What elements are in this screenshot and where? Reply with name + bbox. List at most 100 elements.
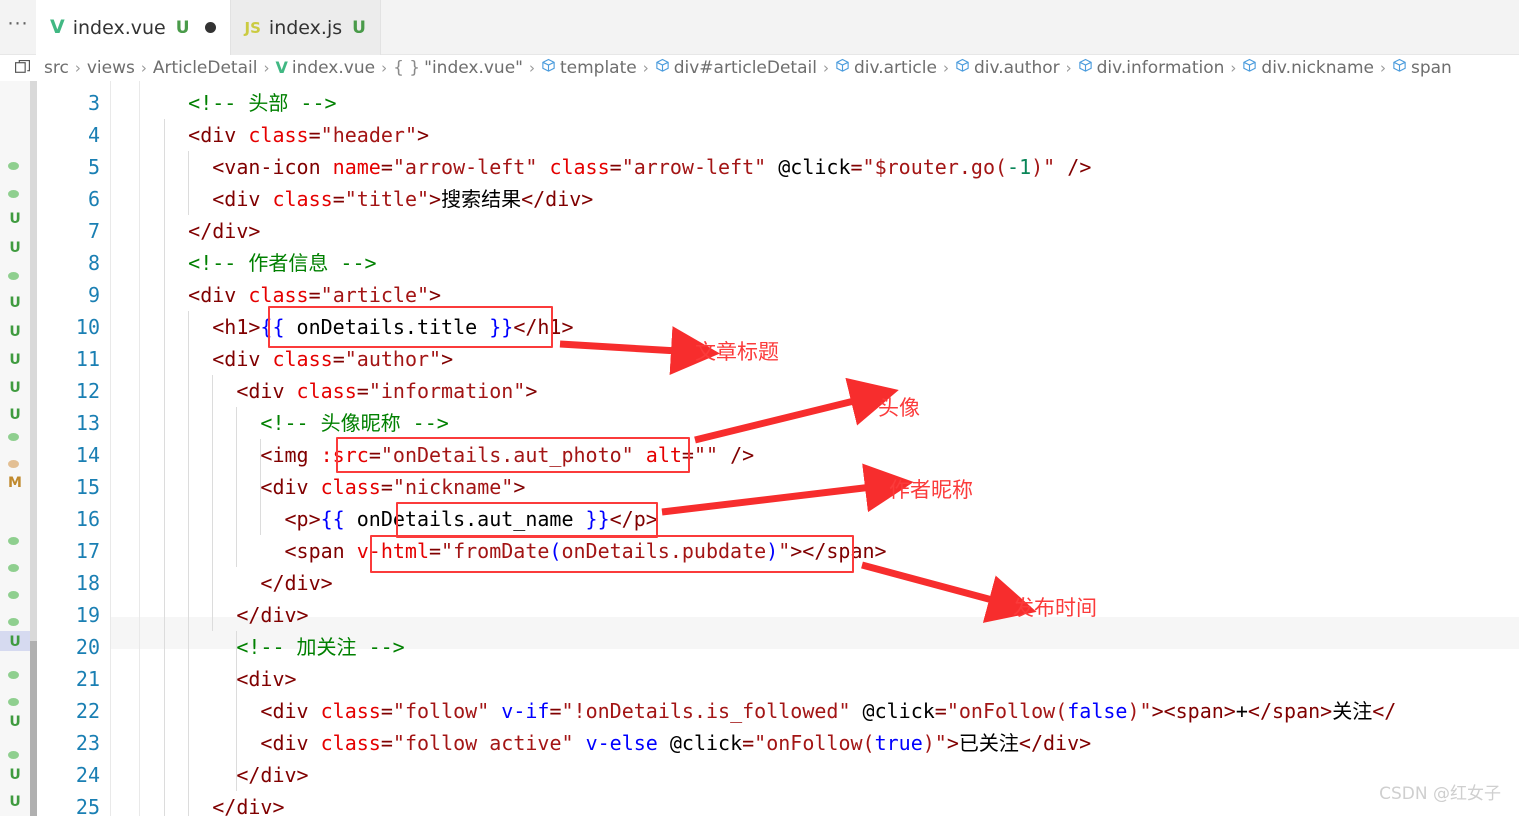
ruler-marker-dot-green[interactable] [8, 159, 22, 170]
code-token: class [248, 123, 309, 147]
code-line[interactable]: <div class="article"> [140, 279, 1519, 311]
ruler-marker-dot-green[interactable] [8, 430, 22, 441]
ruler-marker-dot-green[interactable] [8, 269, 22, 280]
ruler-marker-modified[interactable]: M [8, 476, 22, 490]
code-line[interactable]: </div> [140, 791, 1519, 816]
ruler-marker-untracked[interactable]: U [8, 296, 22, 310]
tab-index-js[interactable]: JS index.js U [230, 0, 381, 55]
scrollbar-thumb[interactable] [30, 81, 37, 641]
fold-column[interactable] [110, 81, 140, 816]
code-line[interactable]: <van-icon name="arrow-left" class="arrow… [140, 151, 1519, 183]
ruler-marker-dot-green[interactable] [8, 534, 22, 545]
code-editor[interactable]: 3 4 5 6 7 8 9 10 11 12 13 14 15 16 17 18 19 20 21 22 23 24 25 … [37, 81, 1519, 816]
ruler-marker-untracked[interactable]: U [8, 381, 22, 395]
breadcrumb-item-div-information[interactable]: div.information [1078, 58, 1224, 78]
code-token: ( [549, 539, 562, 563]
ruler-marker-dot-green[interactable] [8, 588, 22, 599]
breadcrumb-item-label: div.author [973, 57, 1060, 78]
code-line[interactable]: <!-- 头部 --> [140, 87, 1519, 119]
tabbar-more-icon[interactable]: ··· [0, 0, 36, 54]
code-line[interactable]: </div> [140, 599, 1519, 631]
ruler-marker-dot-orange[interactable] [8, 457, 22, 468]
code-token: </p> [609, 507, 658, 531]
indent-guide [188, 151, 189, 215]
breadcrumb-item-src[interactable]: src [44, 58, 69, 78]
code-line[interactable]: </div> [140, 759, 1519, 791]
code-line[interactable]: <span v-html="fromDate(onDetails.pubdate… [140, 535, 1519, 567]
breadcrumb-item-div-nickname[interactable]: div.nickname [1242, 58, 1374, 78]
breadcrumb-item-div-articledetail[interactable]: div#articleDetail [655, 58, 817, 78]
code-line[interactable]: <div class="author"> [140, 343, 1519, 375]
code-line[interactable]: <div> [140, 663, 1519, 695]
ruler-marker-dot-green[interactable] [8, 615, 22, 626]
split-editor-icon[interactable] [0, 59, 44, 76]
line-number: 13 [75, 411, 100, 435]
ruler-marker-untracked[interactable]: U [8, 715, 22, 729]
code-token: > [429, 187, 442, 211]
breadcrumb-item-span[interactable]: span [1392, 58, 1452, 78]
ruler-marker-untracked[interactable]: U [8, 325, 22, 339]
code-token: @click [778, 155, 851, 179]
code-token: onDetails.pubdate [561, 539, 767, 563]
article-title-label: 文章标题 [695, 340, 779, 364]
unsaved-dot-icon[interactable] [204, 22, 216, 33]
code-line[interactable]: <div class="follow" v-if="!onDetails.is_… [140, 695, 1519, 727]
ruler-marker-dot-green[interactable] [8, 561, 22, 572]
code-token: "arrow-left" [392, 155, 538, 179]
breadcrumb-item-div-author[interactable]: div.author [955, 58, 1060, 78]
code-line[interactable]: <div class="nickname"> [140, 471, 1519, 503]
code-token: "title" [344, 187, 430, 211]
code-token: @click [669, 731, 743, 755]
code-line[interactable]: <h1>{{ onDetails.title }}</h1> [140, 311, 1519, 343]
indent-guide [212, 375, 213, 631]
breadcrumb-item-div-article[interactable]: div.article [835, 58, 937, 78]
code-token: = [380, 155, 393, 179]
code-line[interactable]: <div class="information"> [140, 375, 1519, 407]
tab-index-vue[interactable]: V index.vue U [36, 0, 231, 55]
tab-label: index.js [268, 16, 343, 39]
code-line[interactable]: <!-- 加关注 --> [140, 631, 1519, 663]
braces-icon: { } [393, 57, 421, 78]
ruler-marker-untracked[interactable]: U [8, 241, 22, 255]
ruler-marker-untracked[interactable]: U [8, 635, 22, 649]
code-token: 关注 [1332, 699, 1373, 723]
code-line[interactable]: <!-- 头像昵称 --> [140, 407, 1519, 439]
code-line[interactable]: <div class="title">搜索结果</div> [140, 183, 1519, 215]
code-line[interactable]: <!-- 作者信息 --> [140, 247, 1519, 279]
line-number: 11 [75, 347, 100, 371]
breadcrumb-separator: › [1065, 58, 1072, 77]
breadcrumb-item-articledetail[interactable]: ArticleDetail [153, 58, 258, 78]
code-token: > [946, 731, 959, 755]
ruler-marker-untracked[interactable]: U [8, 212, 22, 226]
breadcrumb-item-views[interactable]: views [87, 58, 135, 78]
line-number: 22 [75, 699, 100, 723]
code-token: <div [236, 379, 297, 403]
breadcrumb-item--index-vue-[interactable]: { } "index.vue" [393, 58, 523, 78]
ruler-marker-dot-green[interactable] [8, 695, 22, 706]
breadcrumb-item-index-vue[interactable]: Vindex.vue [275, 58, 375, 78]
breadcrumb-item-template[interactable]: template [541, 58, 637, 78]
code-token: "$router.go( [862, 155, 1008, 179]
code-line[interactable]: </div> [140, 567, 1519, 599]
ruler-marker-dot-green[interactable] [8, 187, 22, 198]
ruler-marker-untracked[interactable]: U [8, 768, 22, 782]
code-line[interactable]: <div class="follow active" v-else @click… [140, 727, 1519, 759]
code-line[interactable]: <img :src="onDetails.aut_photo" alt="" /… [140, 439, 1519, 471]
code-line[interactable]: </div> [140, 215, 1519, 247]
code-line[interactable]: <p>{{ onDetails.aut_name }}</p> [140, 503, 1519, 535]
ruler-marker-untracked[interactable]: U [8, 408, 22, 422]
ruler-marker-untracked[interactable]: U [8, 795, 22, 809]
ruler-marker-untracked[interactable]: U [8, 353, 22, 367]
breadcrumb-item-label: div.nickname [1261, 57, 1374, 78]
overview-ruler[interactable]: UUUUUUUMUUUU [0, 81, 30, 816]
code-content[interactable]: <!-- 头部 --> <div class="header"> <van-ic… [140, 81, 1519, 816]
line-number-gutter: 3 4 5 6 7 8 9 10 11 12 13 14 15 16 17 18 19 20 21 22 23 24 25 [37, 81, 110, 816]
ruler-marker-dot-green[interactable] [8, 668, 22, 679]
ruler-marker-dot-green[interactable] [8, 748, 22, 759]
code-token: = [380, 475, 393, 499]
code-line[interactable]: <div class="header"> [140, 119, 1519, 151]
